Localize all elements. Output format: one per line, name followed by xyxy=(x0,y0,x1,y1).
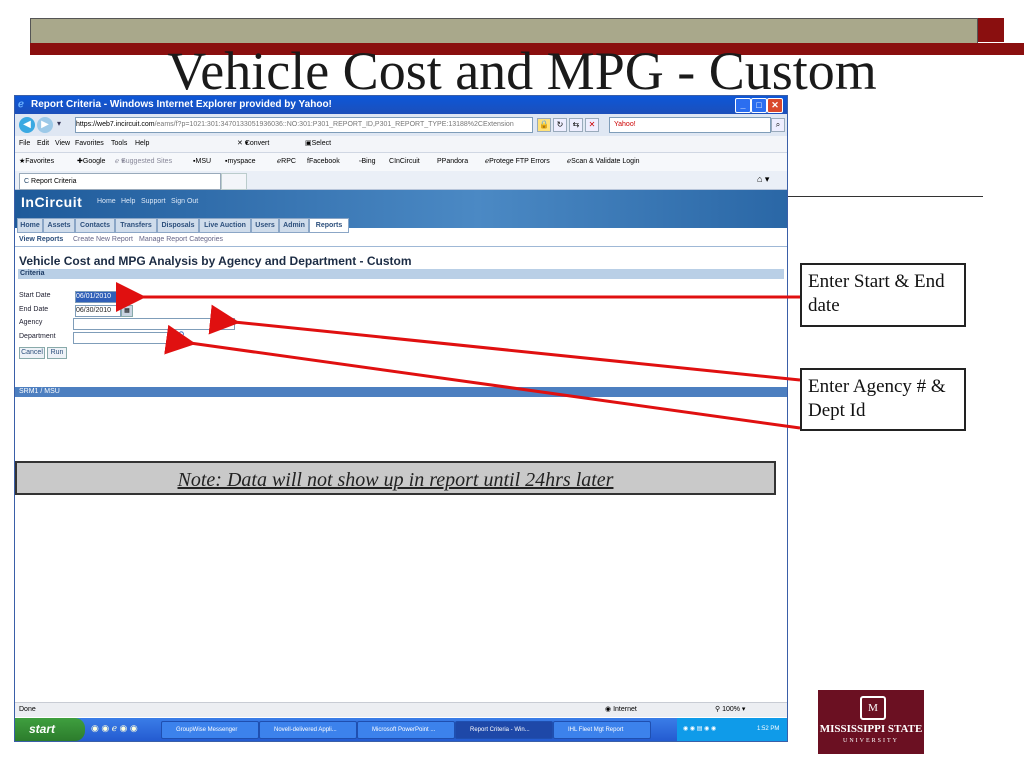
msu-logo-sub: UNIVERSITY xyxy=(843,738,899,744)
msu-logo: M MISSISSIPPI STATE UNIVERSITY xyxy=(818,690,924,754)
msu-logo-name: MISSISSIPPI STATE xyxy=(819,723,923,735)
arrow-overlay xyxy=(116,282,801,430)
msu-seal-icon: M xyxy=(860,696,886,720)
arrow-agency xyxy=(208,304,801,382)
arrow-department xyxy=(164,324,801,430)
